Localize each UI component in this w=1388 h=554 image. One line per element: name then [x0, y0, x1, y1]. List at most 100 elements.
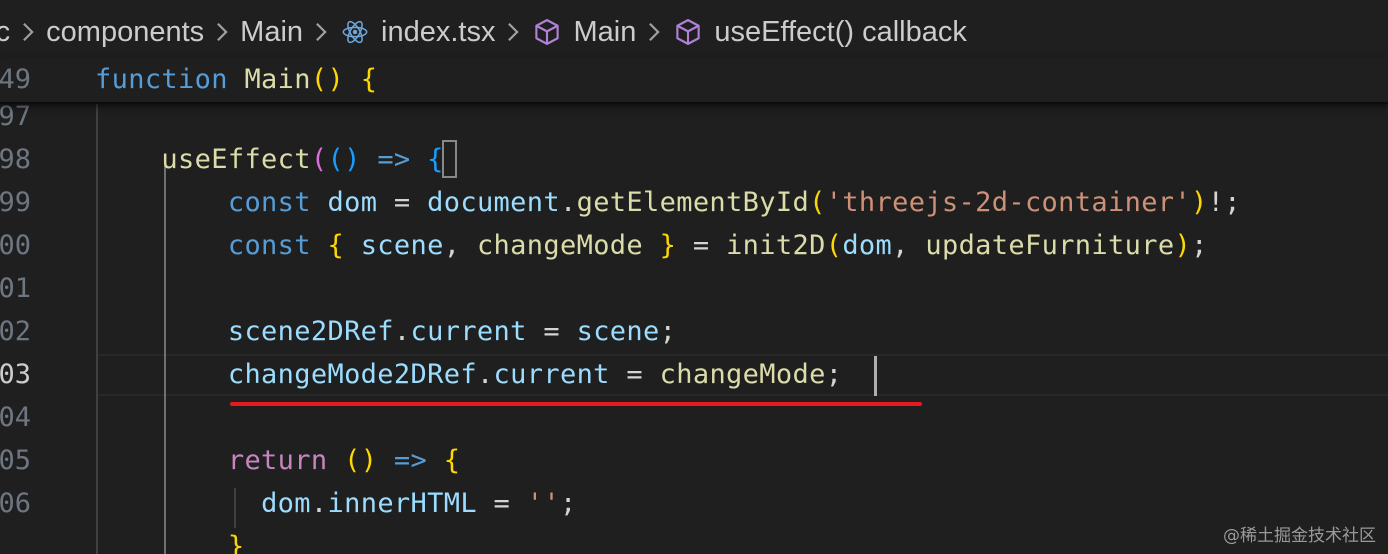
symbol-cube-icon [531, 16, 563, 48]
code-text: return () => { [95, 439, 460, 482]
code-line[interactable]: 05 return () => { [0, 439, 1388, 482]
code-token: => [377, 144, 411, 175]
code-token: changeMode2DRef [227, 359, 477, 390]
code-token: { [443, 445, 461, 476]
chevron-right-icon [495, 14, 531, 50]
line-number: 98 [0, 144, 31, 175]
code-token: useEffect [161, 144, 311, 175]
code-token: => [393, 445, 428, 476]
code-line[interactable]: 98 useEffect(() => { [0, 138, 1388, 181]
code-token: = [526, 316, 577, 347]
code-token: ) [1174, 230, 1192, 261]
line-number: 03 [0, 359, 31, 390]
code-line[interactable]: 97 [0, 102, 1388, 138]
code-line[interactable]: 99 const dom = document.getElementById('… [0, 181, 1388, 224]
code-token: dom [842, 230, 893, 261]
code-token: 'threejs-2d-container' [825, 187, 1192, 218]
code-line[interactable]: 00 const { scene, changeMode } = init2D(… [0, 224, 1388, 267]
breadcrumb-label: rc [0, 15, 11, 48]
breadcrumb-item[interactable]: index.tsx [339, 16, 495, 49]
line-number: 49 [0, 64, 31, 95]
code-token: const [227, 230, 311, 261]
code-token: = [476, 488, 527, 519]
line-number: 99 [0, 187, 31, 218]
code-token: scene [360, 230, 444, 261]
code-token: Main [244, 64, 311, 95]
code-line[interactable]: 01 [0, 267, 1388, 310]
code-token: ; [1191, 230, 1208, 261]
code-token: ( [310, 144, 328, 175]
code-token: () [327, 144, 361, 175]
code-token: updateFurniture [925, 230, 1175, 261]
code-token: . [310, 488, 328, 519]
code-token: dom [327, 187, 378, 218]
line-number: 05 [0, 445, 31, 476]
code-editor[interactable]: 97 98 useEffect(() => {99 const dom = doc… [0, 102, 1388, 554]
breadcrumb-item[interactable]: Main [531, 16, 636, 49]
code-token: . [393, 316, 411, 347]
code-text: const { scene, changeMode } = init2D(dom… [95, 224, 1208, 267]
breadcrumb-label: useEffect() callback [714, 15, 967, 48]
watermark: @稀土掘金技术社区 [1223, 526, 1376, 546]
code-token: , [443, 230, 477, 261]
code-token: ( [809, 187, 826, 218]
breadcrumb-item[interactable]: rc [0, 16, 10, 49]
text-cursor [874, 356, 877, 396]
code-token: () [310, 64, 345, 95]
code-token: changeMode [659, 359, 826, 390]
code-token: changeMode [476, 230, 644, 261]
code-token: getElementById [576, 187, 810, 218]
code-text: changeMode2DRef.current = changeMode; [95, 353, 842, 396]
code-token: { [327, 230, 345, 261]
code-token: innerHTML [327, 488, 477, 519]
code-token: = [676, 230, 727, 261]
code-text: dom.innerHTML = ''; [95, 482, 577, 525]
sticky-code-line[interactable]: function Main() { [95, 58, 377, 101]
code-token: !; [1207, 187, 1241, 218]
breadcrumb-label: components [46, 15, 205, 48]
code-token: ) [1191, 187, 1208, 218]
breadcrumb-label: Main [573, 15, 637, 48]
code-token: scene2DRef [227, 316, 394, 347]
chevron-right-icon [303, 14, 339, 50]
code-token: scene [576, 316, 660, 347]
breadcrumb-item[interactable]: Main [240, 16, 303, 49]
code-line[interactable]: 02 scene2DRef.current = scene; [0, 310, 1388, 353]
code-token: ; [659, 316, 677, 347]
code-token: () [344, 445, 378, 476]
code-line[interactable]: } [0, 525, 1388, 554]
chevron-right-icon [10, 14, 46, 50]
code-token: ; [560, 488, 577, 519]
breadcrumb-label: index.tsx [381, 15, 496, 48]
breadcrumb-item[interactable]: components [46, 16, 204, 49]
sticky-scroll-header[interactable]: 49 function Main() { [0, 58, 1388, 104]
code-line[interactable]: 06 dom.innerHTML = ''; [0, 482, 1388, 525]
code-line[interactable]: 03 changeMode2DRef.current = changeMode; [0, 353, 1388, 396]
code-token: = [377, 187, 428, 218]
code-token: , [892, 230, 926, 261]
code-text: scene2DRef.current = scene; [95, 310, 676, 353]
chevron-right-icon [204, 14, 240, 50]
line-number: 01 [0, 273, 31, 304]
code-token: init2D [726, 230, 826, 261]
code-token: . [559, 187, 577, 218]
breadcrumb-item[interactable]: useEffect() callback [672, 16, 967, 49]
symbol-cube-icon [672, 16, 704, 48]
code-token: } [227, 531, 245, 554]
code-token: ; [825, 359, 843, 390]
code-token: } [659, 230, 677, 261]
line-number: 00 [0, 230, 31, 261]
breadcrumb-row: rc components Main index.tsx Main useEffect()… [0, 14, 967, 50]
